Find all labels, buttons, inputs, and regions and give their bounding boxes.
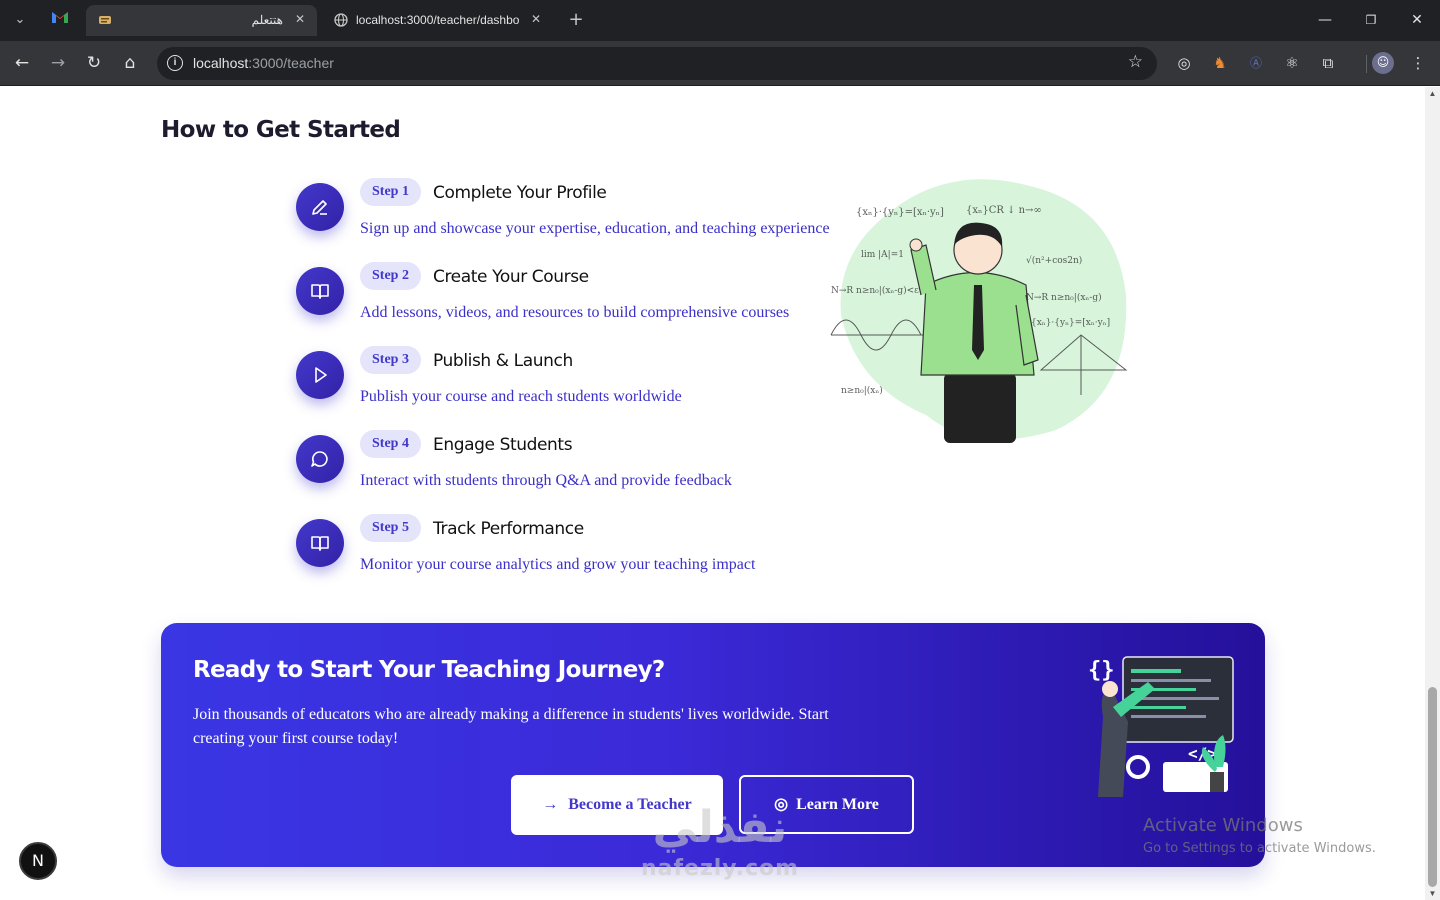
tab-search-chevron-icon[interactable]: ⌄ <box>9 9 31 31</box>
extension-react-icon[interactable]: ⚛ <box>1282 53 1302 73</box>
section-title: How to Get Started <box>161 117 401 143</box>
step-icon-circle <box>296 183 344 231</box>
step-title: Complete Your Profile <box>433 183 607 203</box>
nextjs-dev-badge[interactable]: N <box>19 842 57 880</box>
step-description: Publish your course and reach students w… <box>360 388 682 405</box>
tab-title: localhost:3000/teacher/dashbo <box>356 13 520 27</box>
step-title: Publish & Launch <box>433 351 573 371</box>
extensions-puzzle-icon[interactable]: ⧉ <box>1318 53 1338 73</box>
step-description: Monitor your course analytics and grow y… <box>360 556 756 573</box>
url-path: :3000/teacher <box>248 55 334 71</box>
svg-text:n≥n₀|(xₙ): n≥n₀|(xₙ) <box>841 385 883 396</box>
book-icon <box>311 536 329 551</box>
tab-inactive[interactable]: localhost:3000/teacher/dashbo ✕ <box>322 5 553 36</box>
step-description: Sign up and showcase your expertise, edu… <box>360 220 830 237</box>
minimize-icon[interactable]: — <box>1315 10 1335 30</box>
step-item: Step 1 Complete Your Profile Sign up and… <box>296 178 856 248</box>
chat-icon <box>311 451 328 467</box>
scrollbar-thumb[interactable] <box>1428 687 1437 887</box>
tab-active[interactable]: هتتعلم ✕ <box>86 5 317 36</box>
tab-close-icon[interactable]: ✕ <box>291 10 309 28</box>
reload-icon[interactable]: ↻ <box>82 51 106 75</box>
extension-a-icon[interactable]: Ⓐ <box>1246 53 1266 73</box>
restore-icon[interactable]: ❐ <box>1361 10 1381 30</box>
svg-text:{xₙ}CR ↓ n→∞: {xₙ}CR ↓ n→∞ <box>966 205 1042 216</box>
svg-text:{}: {} <box>1088 658 1115 683</box>
pencil-icon <box>312 200 327 215</box>
browser-toolbar: ← → ↻ ⌂ i localhost:3000/teacher ☆ ◎ ♞ Ⓐ… <box>0 41 1440 86</box>
svg-text:√(n²+cos2n): √(n²+cos2n) <box>1026 255 1082 266</box>
step-title: Create Your Course <box>433 267 589 287</box>
step-item: Step 5 Track Performance Monitor your co… <box>296 514 856 584</box>
step-badge: Step 2 <box>360 262 421 290</box>
site-favicon-icon <box>98 13 112 27</box>
scroll-down-icon[interactable]: ▼ <box>1427 889 1438 898</box>
forward-arrow-icon[interactable]: → <box>46 51 70 75</box>
step-title: Engage Students <box>433 435 573 455</box>
watermark-arabic: نفذلي <box>652 802 788 853</box>
step-icon-circle <box>296 435 344 483</box>
browser-tab-strip: ⌄ هتتعلم ✕ localhost:3000/teacher/dashbo… <box>0 0 1440 41</box>
cta-description: Join thousands of educators who are alre… <box>193 706 829 747</box>
address-bar[interactable]: i localhost:3000/teacher ☆ <box>157 47 1157 80</box>
svg-text:N→R n≥n₀|(xₙ-g): N→R n≥n₀|(xₙ-g) <box>1026 292 1102 303</box>
page-scrollbar[interactable]: ▲ ▼ <box>1425 87 1440 900</box>
step-item: Step 4 Engage Students Interact with stu… <box>296 430 856 500</box>
profile-avatar[interactable]: ☺ <box>1372 52 1394 74</box>
watermark-logo: نفذلي nafezly.com <box>630 800 810 900</box>
step-description: Interact with students through Q&A and p… <box>360 472 732 489</box>
toolbar-divider <box>1366 55 1367 73</box>
svg-text:N→R n≥n₀|(xₙ-g)<ε: N→R n≥n₀|(xₙ-g)<ε <box>831 285 919 296</box>
step-icon-circle <box>296 267 344 315</box>
teacher-illustration: {xₙ}·{yₙ}=[xₙ·yₙ] {xₙ}CR ↓ n→∞ lim |A|=1… <box>830 179 1128 443</box>
back-arrow-icon[interactable]: ← <box>10 51 34 75</box>
svg-text:{xₙ}·{yₙ}=[xₙ·yₙ]: {xₙ}·{yₙ}=[xₙ·yₙ] <box>1031 318 1110 328</box>
extension-target-icon[interactable]: ◎ <box>1174 53 1194 73</box>
play-icon <box>315 367 327 383</box>
step-title: Track Performance <box>433 519 584 539</box>
bookmark-star-icon[interactable]: ☆ <box>1128 52 1143 72</box>
close-window-icon[interactable]: ✕ <box>1407 10 1427 30</box>
activate-title: Activate Windows <box>1143 815 1303 836</box>
step-badge: Step 4 <box>360 430 421 458</box>
tab-title: هتتعلم <box>251 13 283 27</box>
svg-text:{xₙ}·{yₙ}=[xₙ·yₙ]: {xₙ}·{yₙ}=[xₙ·yₙ] <box>856 207 944 218</box>
gmail-pinned-tab[interactable] <box>49 9 71 31</box>
step-item: Step 3 Publish & Launch Publish your cou… <box>296 346 856 416</box>
book-icon <box>311 284 329 299</box>
home-icon[interactable]: ⌂ <box>118 51 142 75</box>
step-item: Step 2 Create Your Course Add lessons, v… <box>296 262 856 332</box>
page-viewport: How to Get Started Step 1 Complete Your … <box>0 87 1425 900</box>
url-host: localhost <box>193 55 249 71</box>
step-description: Add lessons, videos, and resources to bu… <box>360 304 790 321</box>
tab-close-icon[interactable]: ✕ <box>527 10 545 28</box>
activate-windows-notice: Activate Windows Go to Settings to activ… <box>1143 815 1376 856</box>
svg-text:lim |A|=1: lim |A|=1 <box>861 250 904 260</box>
step-badge: Step 1 <box>360 178 421 206</box>
watermark-domain: nafezly.com <box>640 856 800 881</box>
step-icon-circle <box>296 351 344 399</box>
browser-menu-icon[interactable]: ⋮ <box>1408 53 1428 73</box>
globe-icon <box>334 13 348 27</box>
new-tab-plus-icon[interactable]: + <box>565 9 587 31</box>
url-text[interactable]: localhost:3000/teacher <box>193 55 334 71</box>
developer-illustration: {} </> <box>1088 656 1234 797</box>
activate-subtitle: Go to Settings to activate Windows. <box>1143 841 1376 856</box>
site-info-icon[interactable]: i <box>167 55 183 71</box>
cta-title: Ready to Start Your Teaching Journey? <box>193 657 665 683</box>
step-icon-circle <box>296 519 344 567</box>
step-badge: Step 3 <box>360 346 421 374</box>
step-badge: Step 5 <box>360 514 421 542</box>
extension-fox-icon[interactable]: ♞ <box>1210 53 1230 73</box>
scroll-up-icon[interactable]: ▲ <box>1427 89 1438 98</box>
arrow-right-icon: → <box>542 796 559 813</box>
